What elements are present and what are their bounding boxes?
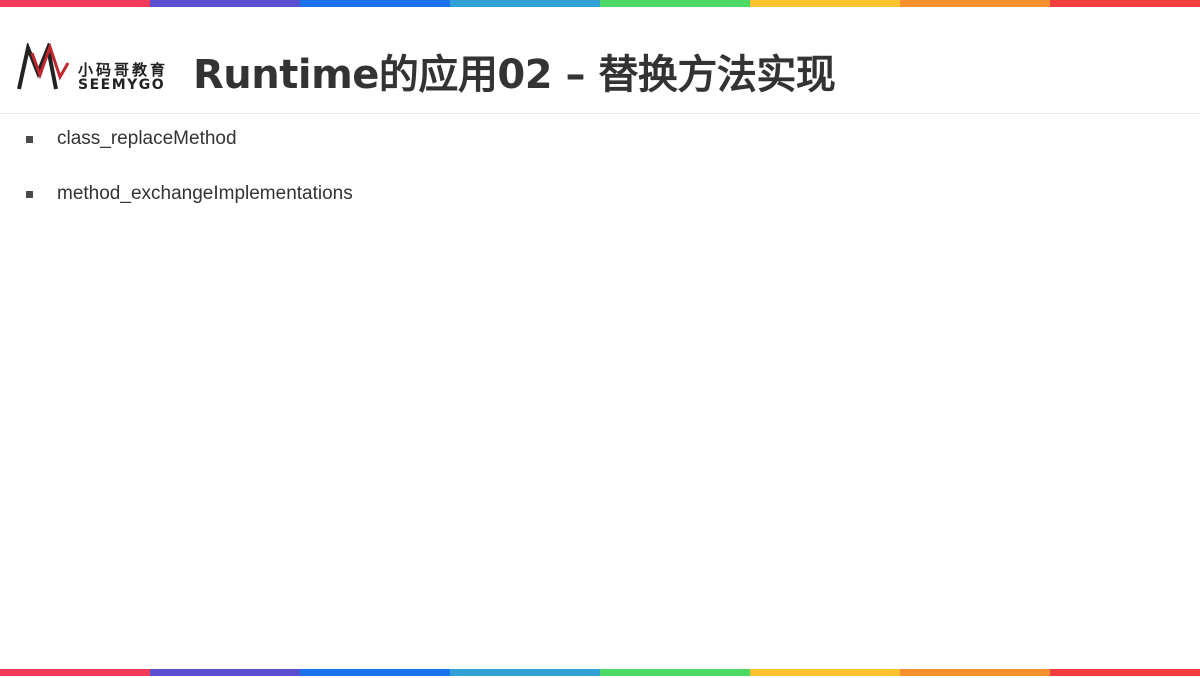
stripe-segment xyxy=(600,0,750,7)
stripe-segment xyxy=(1050,669,1200,676)
logo-mark-icon xyxy=(17,43,70,90)
bullet-text: method_exchangeImplementations xyxy=(57,183,353,204)
stripe-segment xyxy=(150,669,300,676)
square-bullet-icon xyxy=(26,191,33,198)
square-bullet-icon xyxy=(26,136,33,143)
page-title: Runtime的应用02 – 替换方法实现 xyxy=(193,52,836,98)
stripe-segment xyxy=(750,0,900,7)
stripe-segment xyxy=(450,669,600,676)
stripe-segment xyxy=(750,669,900,676)
stripe-segment xyxy=(1050,0,1200,7)
stripe-segment xyxy=(300,669,450,676)
list-item: method_exchangeImplementations xyxy=(0,179,700,209)
bullet-text: class_replaceMethod xyxy=(57,128,237,149)
stripe-segment xyxy=(300,0,450,7)
seemygo-logo: 小码哥教育 SEEMYGO xyxy=(16,43,176,95)
slide: 小码哥教育 SEEMYGO Runtime的应用02 – 替换方法实现 clas… xyxy=(0,0,1200,678)
stripe-segment xyxy=(900,669,1050,676)
stripe-segment xyxy=(150,0,300,7)
stripe-segment xyxy=(600,669,750,676)
logo-english-text: SEEMYGO xyxy=(78,77,166,93)
slide-header: 小码哥教育 SEEMYGO Runtime的应用02 – 替换方法实现 xyxy=(0,7,1200,114)
stripe-segment xyxy=(0,669,150,676)
list-item: class_replaceMethod xyxy=(0,124,700,154)
bottom-color-stripe xyxy=(0,669,1200,676)
top-color-stripe xyxy=(0,0,1200,7)
stripe-segment xyxy=(0,0,150,7)
stripe-segment xyxy=(900,0,1050,7)
stripe-segment xyxy=(450,0,600,7)
